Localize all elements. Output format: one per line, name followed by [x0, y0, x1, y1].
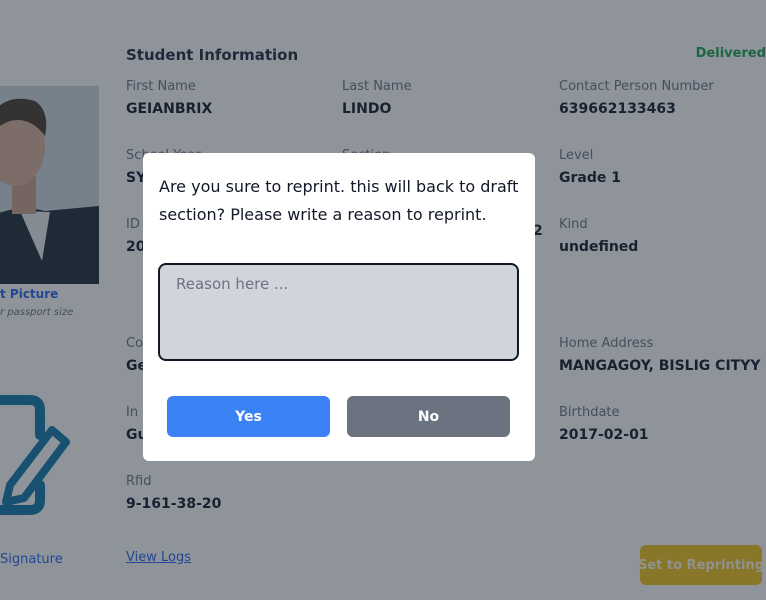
- yes-button[interactable]: Yes: [167, 396, 330, 437]
- no-button[interactable]: No: [347, 396, 510, 437]
- reprint-confirm-dialog: Are you sure to reprint. this will back …: [143, 153, 535, 461]
- dialog-message: Are you sure to reprint. this will back …: [159, 177, 519, 224]
- reason-input[interactable]: [158, 263, 519, 361]
